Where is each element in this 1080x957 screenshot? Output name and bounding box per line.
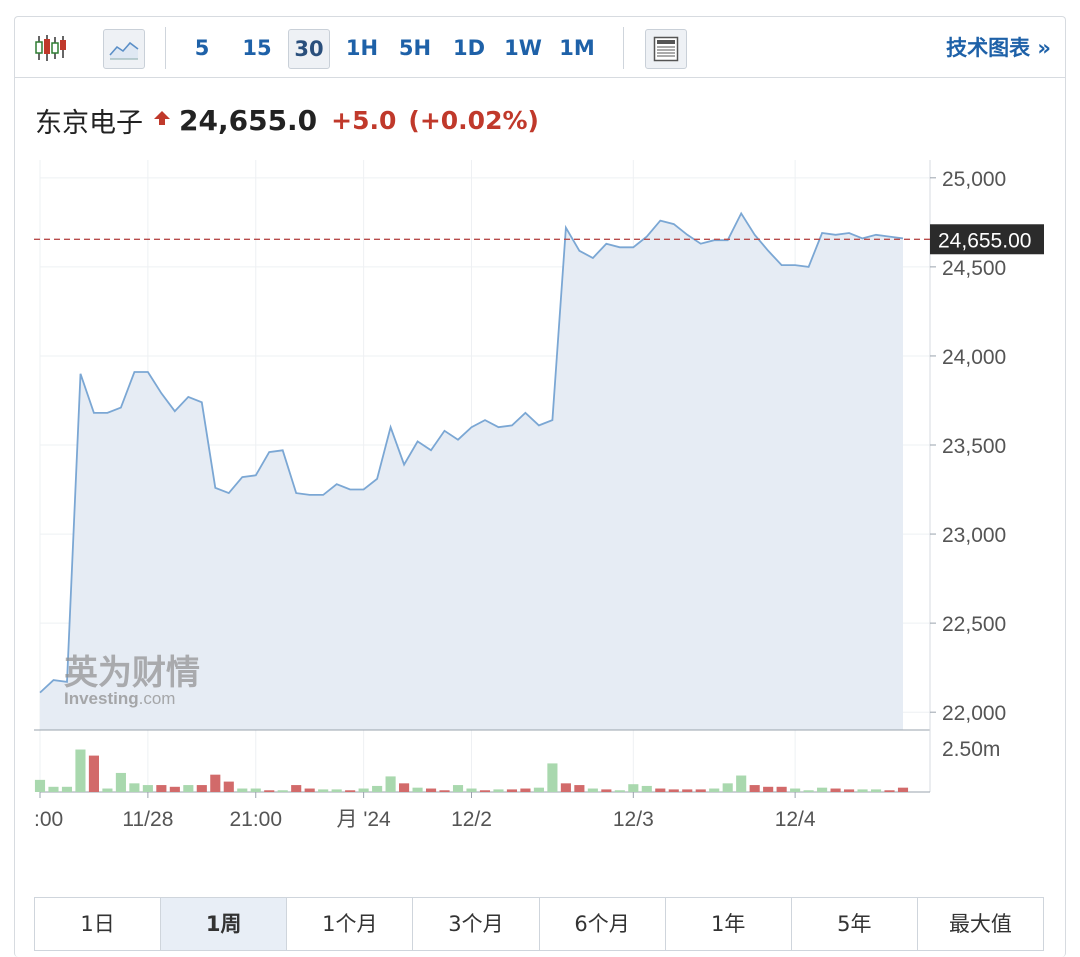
range-5y[interactable]: 5年 (792, 898, 918, 950)
volume-bar (210, 774, 221, 792)
volume-bar (223, 781, 234, 792)
volume-bar (682, 789, 693, 792)
range-1y[interactable]: 1年 (666, 898, 792, 950)
y-tick-label: 24,500 (942, 257, 1006, 280)
volume-bar (628, 784, 639, 792)
time-range-selector: 1日 1周 1个月 3个月 6个月 1年 5年 最大值 (34, 897, 1044, 951)
volume-bar (399, 783, 410, 792)
volume-bar (385, 776, 396, 792)
price-chart[interactable]: 英为财情Investing.com 24,655.00 22,000 22,500 23… (0, 0, 1080, 880)
x-tick-label: 12/2 (451, 808, 492, 831)
y-tick-label: 22,000 (942, 702, 1006, 725)
y-tick-label: 24,000 (942, 346, 1006, 369)
watermark-cn: 英为财情 (64, 653, 200, 693)
volume-bar (493, 789, 504, 792)
watermark-en: Investing.com (64, 689, 175, 708)
volume-bar (709, 788, 720, 792)
volume-bar (277, 790, 288, 792)
volume-bar (264, 790, 275, 792)
volume-axis-label: 2.50m (942, 738, 1000, 761)
y-tick-label: 23,000 (942, 524, 1006, 547)
volume-bar (587, 788, 598, 792)
range-1m[interactable]: 1个月 (287, 898, 414, 950)
volume-bar (439, 790, 450, 792)
volume-bar (560, 783, 571, 792)
volume-bar (817, 787, 828, 792)
x-tick-label: 11/28 (122, 808, 173, 831)
volume-bar (870, 789, 882, 792)
volume-bar (237, 788, 248, 792)
volume-bar (776, 786, 787, 792)
x-tick-label: 21:00 (229, 808, 282, 831)
volume-bar (452, 785, 464, 792)
volume-bar (655, 788, 666, 792)
volume-bar (722, 783, 733, 792)
volume-bar (763, 786, 774, 792)
volume-bar (318, 789, 329, 792)
volume-bar (574, 785, 585, 792)
last-price-label: 24,655.00 (938, 229, 1031, 252)
volume-bar (358, 788, 369, 792)
range-1w[interactable]: 1周 (161, 898, 288, 950)
volume-bar (88, 755, 99, 792)
volume-bar (250, 788, 261, 792)
volume-bar (412, 787, 423, 792)
volume-bar (331, 789, 342, 792)
volume-bar (506, 789, 518, 792)
y-tick-label: 23,500 (942, 435, 1006, 458)
range-1d[interactable]: 1日 (35, 898, 162, 950)
volume-bar (749, 785, 760, 792)
volume-bar (668, 789, 679, 792)
volume-bar (466, 788, 477, 792)
volume-bar (345, 790, 356, 792)
volume-bar (614, 790, 625, 792)
volume-bar (291, 785, 302, 792)
volume-bar (736, 775, 747, 792)
x-tick-label: 12/3 (613, 808, 654, 831)
volume-bar (479, 790, 491, 792)
volume-bar (196, 785, 207, 792)
range-3m[interactable]: 3个月 (413, 898, 540, 950)
volume-bar (75, 749, 86, 792)
volume-bar (803, 790, 814, 792)
watermark-en-suffix: .com (139, 689, 176, 708)
volume-bar (169, 786, 180, 792)
volume-bar (183, 785, 194, 792)
x-tick-label: 月 '24 (337, 808, 392, 831)
volume-bar (129, 783, 140, 792)
volume-bar (884, 790, 895, 792)
volume-bar (601, 789, 612, 792)
volume-bar (48, 786, 59, 792)
volume-bar (520, 788, 531, 792)
volume-bar (547, 763, 558, 792)
volume-bar (844, 789, 855, 792)
volume-bar (897, 787, 909, 792)
volume-bar (425, 788, 437, 792)
volume-bar (304, 788, 315, 792)
y-tick-label: 22,500 (942, 613, 1006, 636)
volume-bar (156, 785, 167, 792)
volume-bar (102, 788, 113, 792)
volume-bar (61, 786, 73, 792)
range-max[interactable]: 最大值 (918, 898, 1043, 950)
range-6m[interactable]: 6个月 (540, 898, 666, 950)
x-tick-label: :00 (34, 808, 63, 831)
y-tick-label: 25,000 (942, 168, 1006, 191)
volume-bar (857, 789, 868, 792)
volume-bar (790, 788, 801, 792)
volume-bar (641, 785, 652, 792)
volume-bar (142, 785, 153, 792)
volume-bar (533, 787, 544, 792)
volume-bar (830, 788, 841, 792)
x-tick-label: 12/4 (775, 808, 816, 831)
volume-bar (115, 772, 126, 792)
volume-bar (372, 785, 383, 792)
volume-bar (34, 779, 46, 792)
volume-bar (695, 789, 706, 792)
